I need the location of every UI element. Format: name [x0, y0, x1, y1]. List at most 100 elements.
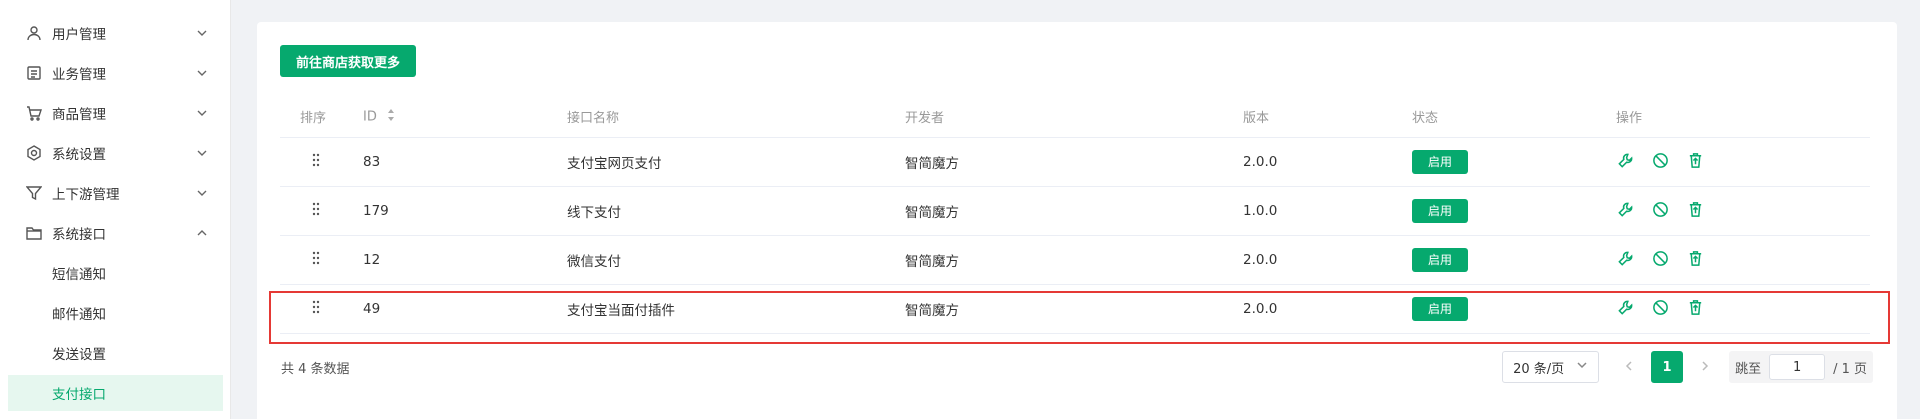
status-badge[interactable]: 启用	[1412, 199, 1469, 223]
sort-arrows-icon[interactable]	[387, 108, 395, 126]
header-id-label: ID	[363, 109, 377, 124]
sidebar-item-user-management[interactable]: 用户管理	[8, 15, 223, 51]
row-version: 2.0.0	[1243, 154, 1278, 170]
next-page-button[interactable]	[1689, 351, 1721, 383]
folder-icon	[26, 225, 42, 241]
page-size-value: 20 条/页	[1513, 361, 1565, 377]
page-size-select[interactable]: 20 条/页	[1502, 351, 1600, 383]
chevron-right-icon	[1700, 360, 1710, 375]
status-badge[interactable]: 启用	[1412, 297, 1469, 321]
row-id: 49	[363, 301, 381, 317]
sidebar-item-label: 系统接口	[52, 227, 106, 243]
row-sort-cell	[280, 250, 363, 270]
wrench-icon[interactable]	[1616, 200, 1634, 218]
disable-icon[interactable]	[1651, 200, 1669, 218]
page-number-current[interactable]: 1	[1651, 351, 1684, 383]
sidebar-subitem-email-notification[interactable]: 邮件通知	[8, 295, 223, 331]
table-body: 83 支付宝网页支付 智简魔方 2.0.0 启用 179 线下支付 智简魔方 1…	[280, 138, 1870, 334]
cart-icon	[26, 105, 42, 121]
user-icon	[26, 25, 42, 41]
sidebar-item-label: 业务管理	[52, 67, 106, 83]
row-name: 线下支付	[567, 205, 621, 221]
status-badge[interactable]: 启用	[1412, 248, 1469, 272]
wrench-icon[interactable]	[1616, 151, 1634, 169]
sidebar-item-label: 系统设置	[52, 147, 106, 163]
header-id[interactable]: ID	[363, 108, 567, 126]
main-card: 前往商店获取更多 排序 ID 接口名称 开发者 版本 状态 操作 83 支付宝网…	[257, 22, 1897, 419]
filter-icon	[26, 185, 42, 201]
table-row: 179 线下支付 智简魔方 1.0.0 启用	[280, 187, 1870, 236]
uninstall-icon[interactable]	[1687, 298, 1705, 316]
uninstall-icon[interactable]	[1687, 200, 1705, 218]
payment-interface-table: 排序 ID 接口名称 开发者 版本 状态 操作 83 支付宝网页支付 智简魔方 …	[280, 96, 1870, 334]
chevron-down-icon	[195, 146, 209, 160]
row-sort-cell	[280, 201, 363, 221]
header-actions: 操作	[1616, 111, 1643, 126]
document-icon	[26, 65, 42, 81]
jump-page-input[interactable]	[1769, 354, 1826, 380]
row-actions	[1616, 298, 1870, 320]
sidebar-item-system-interface[interactable]: 系统接口	[8, 215, 223, 251]
sidebar-item-product-management[interactable]: 商品管理	[8, 95, 223, 131]
row-id: 83	[363, 154, 381, 170]
sidebar-subitem-sms-notification[interactable]: 短信通知	[8, 255, 223, 291]
sidebar-subitem-payment-interface[interactable]: 支付接口	[8, 375, 223, 411]
row-name: 支付宝网页支付	[567, 156, 662, 172]
disable-icon[interactable]	[1651, 151, 1669, 169]
row-developer: 智简魔方	[905, 303, 959, 319]
row-actions	[1616, 200, 1870, 222]
sidebar-item-label: 用户管理	[52, 27, 106, 43]
table-row: 49 支付宝当面付插件 智简魔方 2.0.0 启用	[280, 285, 1870, 334]
row-sort-cell	[280, 299, 363, 319]
prev-page-button[interactable]	[1613, 351, 1645, 383]
sidebar-item-system-settings[interactable]: 系统设置	[8, 135, 223, 171]
row-status-cell: 启用	[1412, 199, 1616, 223]
row-id: 179	[363, 203, 389, 219]
pagination: 20 条/页 1 跳至 / 1 页	[1502, 351, 1873, 383]
row-developer: 智简魔方	[905, 254, 959, 270]
total-pages-label: / 1 页	[1833, 361, 1867, 377]
status-badge[interactable]: 启用	[1412, 150, 1469, 174]
disable-icon[interactable]	[1651, 298, 1669, 316]
total-count: 共 4 条数据	[281, 362, 350, 377]
wrench-icon[interactable]	[1616, 298, 1634, 316]
table-header: 排序 ID 接口名称 开发者 版本 状态 操作	[280, 96, 1870, 138]
chevron-left-icon	[1624, 360, 1634, 375]
drag-handle-icon[interactable]	[310, 152, 322, 172]
sidebar-subitem-send-settings[interactable]: 发送设置	[8, 335, 223, 371]
chevron-down-icon	[195, 66, 209, 80]
drag-handle-icon[interactable]	[310, 201, 322, 221]
row-sort-cell	[280, 152, 363, 172]
row-id: 12	[363, 252, 381, 268]
goto-store-button[interactable]: 前往商店获取更多	[280, 45, 417, 77]
sidebar-item-label: 商品管理	[52, 107, 106, 123]
row-status-cell: 启用	[1412, 297, 1616, 321]
header-version: 版本	[1243, 111, 1270, 126]
row-status-cell: 启用	[1412, 150, 1616, 174]
sidebar-item-business-management[interactable]: 业务管理	[8, 55, 223, 91]
sidebar: 用户管理 业务管理 商品管理 系统设置 上下游管理 系统接口 短信通知 邮件通知…	[0, 0, 231, 419]
row-actions	[1616, 151, 1870, 173]
row-actions	[1616, 249, 1870, 271]
drag-handle-icon[interactable]	[310, 250, 322, 270]
wrench-icon[interactable]	[1616, 249, 1634, 267]
row-name: 支付宝当面付插件	[567, 303, 675, 319]
sidebar-item-upstream-downstream[interactable]: 上下游管理	[8, 175, 223, 211]
row-version: 2.0.0	[1243, 301, 1278, 317]
header-developer: 开发者	[905, 111, 945, 126]
uninstall-icon[interactable]	[1687, 249, 1705, 267]
row-status-cell: 启用	[1412, 248, 1616, 272]
drag-handle-icon[interactable]	[310, 299, 322, 319]
disable-icon[interactable]	[1651, 249, 1669, 267]
row-developer: 智简魔方	[905, 156, 959, 172]
row-version: 2.0.0	[1243, 252, 1278, 268]
chevron-down-icon	[195, 106, 209, 120]
row-developer: 智简魔方	[905, 205, 959, 221]
page-jumper: 跳至 / 1 页	[1729, 351, 1873, 383]
row-name: 微信支付	[567, 254, 621, 270]
chevron-down-icon	[195, 26, 209, 40]
table-row: 12 微信支付 智简魔方 2.0.0 启用	[280, 236, 1870, 285]
settings-icon	[26, 145, 42, 161]
chevron-down-icon	[195, 186, 209, 200]
uninstall-icon[interactable]	[1687, 151, 1705, 169]
